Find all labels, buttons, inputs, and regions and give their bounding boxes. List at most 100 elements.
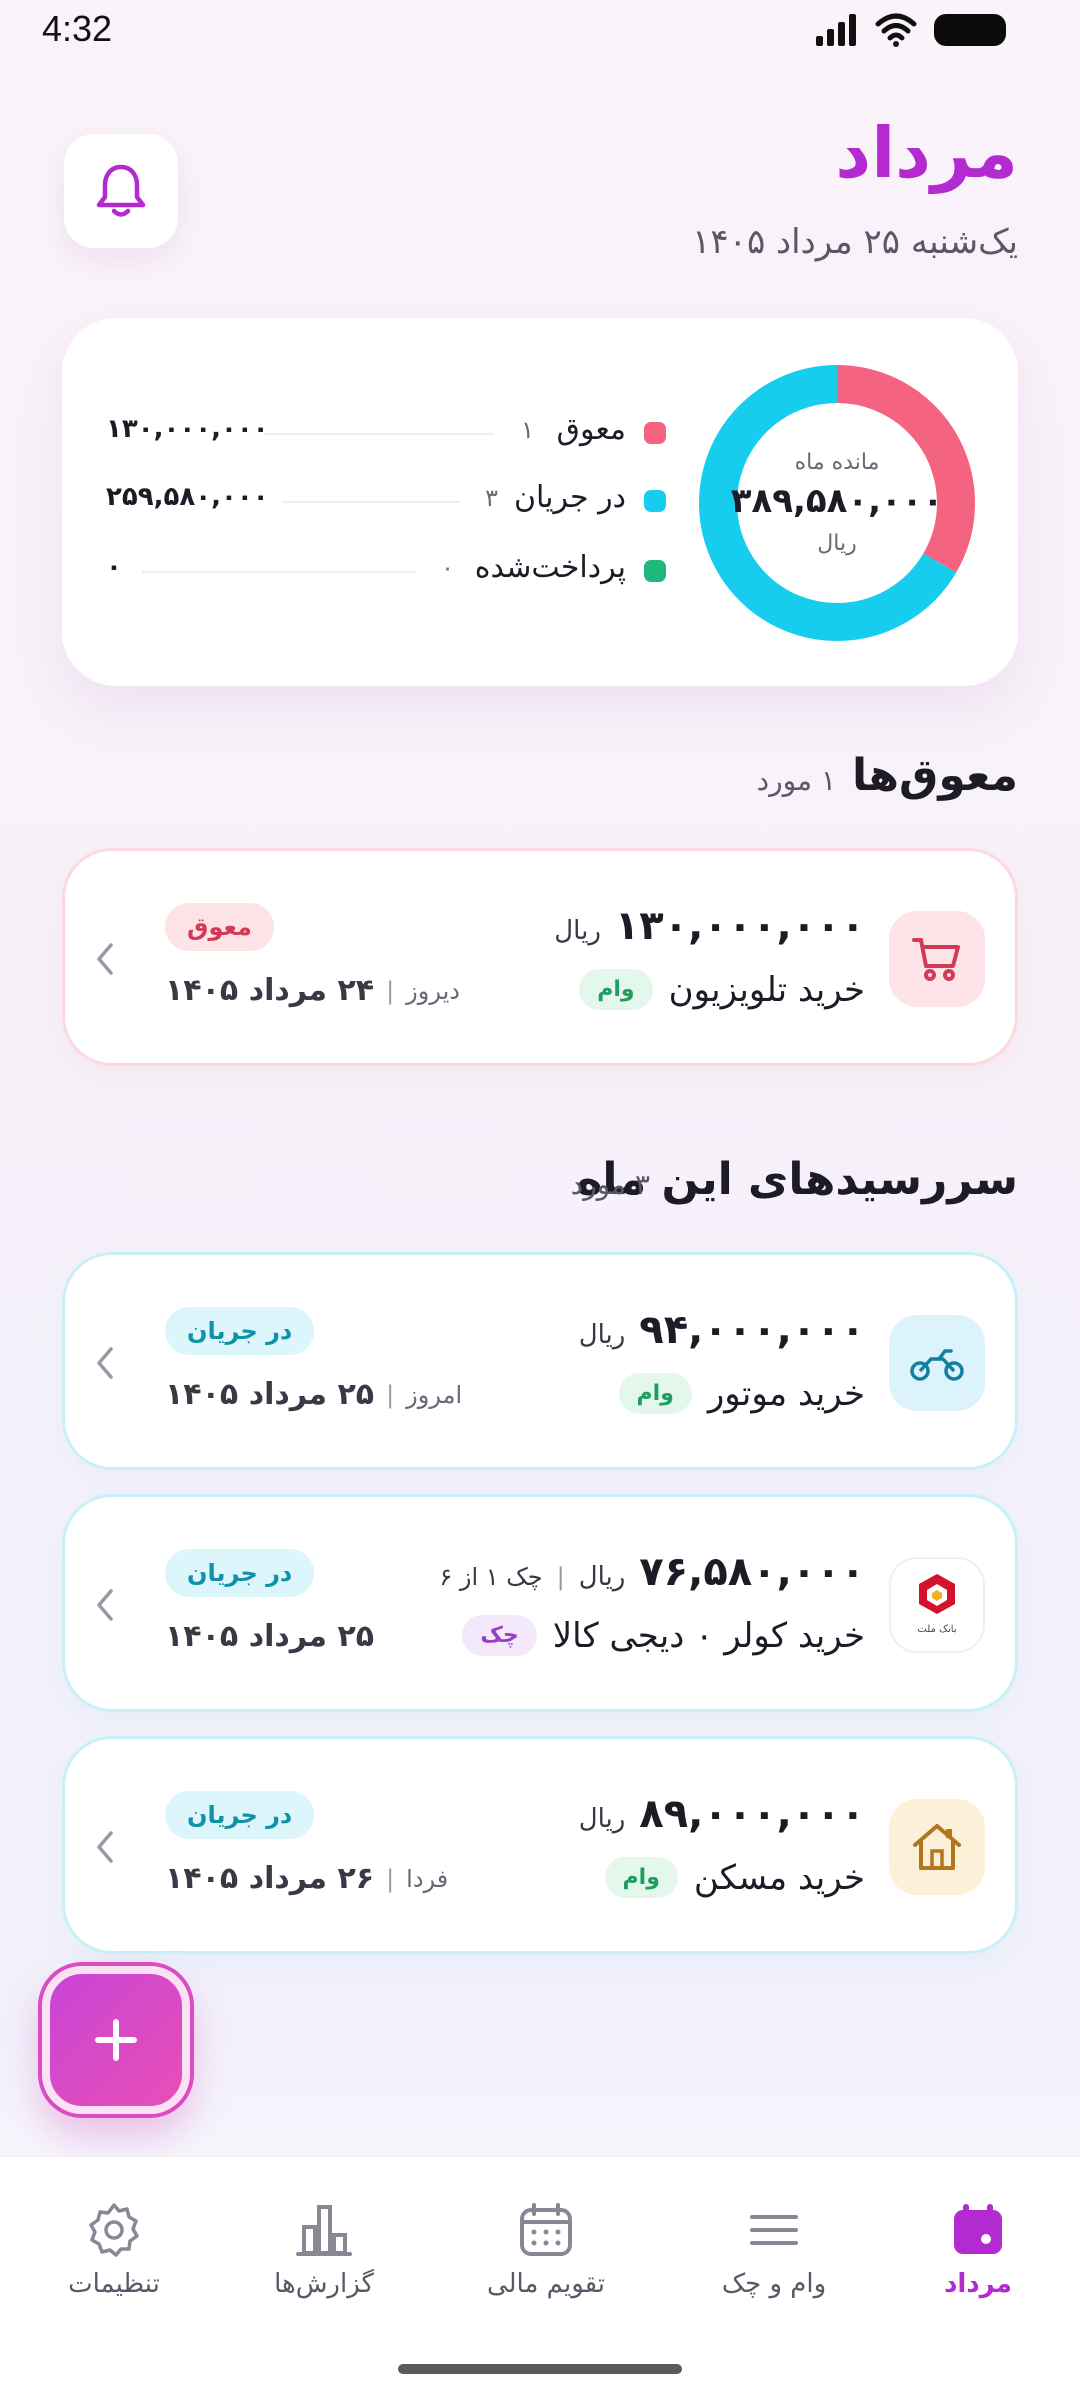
item-separator: | <box>386 1864 395 1893</box>
item-amount-row: ۹۴,۰۰۰,۰۰۰ ریال <box>579 1307 865 1353</box>
item-icon-box <box>889 1315 985 1411</box>
item-amount-row: ۱۳۰,۰۰۰,۰۰۰ ریال <box>554 903 865 949</box>
legend-count: ۰ <box>441 554 454 582</box>
add-button[interactable] <box>42 1966 190 2114</box>
item-icon-box <box>889 911 985 1007</box>
month-item-card[interactable]: ۹۴,۰۰۰,۰۰۰ ریال خرید موتور وام در جریان … <box>62 1252 1018 1470</box>
bank-mellat-logo: بانک ملت <box>889 1557 985 1653</box>
donut-unit: ریال <box>817 531 857 556</box>
item-amount: ۹۴,۰۰۰,۰۰۰ <box>639 1307 865 1353</box>
legend-row-paid: پرداخت‌شده ۰ ۰ <box>106 546 666 596</box>
item-type-tag: وام <box>618 1373 692 1414</box>
gear-icon <box>89 2203 139 2257</box>
bell-icon <box>96 164 146 217</box>
status-badge: در جریان <box>165 1307 315 1355</box>
month-item-card[interactable]: ۸۹,۰۰۰,۰۰۰ ریال خرید مسکن وام در جریان ف… <box>62 1736 1018 1954</box>
item-amount-row: ۸۹,۰۰۰,۰۰۰ ریال <box>579 1791 865 1837</box>
month-item-card[interactable]: بانک ملت ۷۶,۵۸۰,۰۰۰ ریال | چک ۱ از ۶ خری… <box>62 1494 1018 1712</box>
legend-dot <box>644 560 666 582</box>
wifi-icon <box>875 13 917 47</box>
item-date-row: امروز | ۲۵ مرداد ۱۴۰۵ <box>165 1377 462 1412</box>
legend-divider <box>142 571 416 573</box>
item-separator: | <box>386 976 395 1005</box>
legend-dot <box>644 422 666 444</box>
signal-icon <box>816 14 856 46</box>
item-date: ۲۴ مرداد ۱۴۰۵ <box>165 973 375 1008</box>
battery-icon <box>934 14 1006 46</box>
nav-item-month[interactable]: مرداد <box>888 2201 1068 2311</box>
item-date: ۲۶ مرداد ۱۴۰۵ <box>165 1861 375 1896</box>
item-type-tag: وام <box>604 1857 678 1898</box>
nav-item-financial-calendar[interactable]: تقویم مالی <box>456 2201 636 2311</box>
legend-amount: ۲۵۹,۵۸۰,۰۰۰ <box>106 482 269 512</box>
item-separator: | <box>556 1563 565 1591</box>
nav-item-settings[interactable]: تنظیمات <box>24 2201 204 2311</box>
item-amount: ۸۹,۰۰۰,۰۰۰ <box>639 1791 865 1837</box>
item-relative-day: امروز <box>406 1380 463 1409</box>
calendar-icon <box>520 2203 572 2256</box>
legend-dot <box>644 490 666 512</box>
status-badge: معوق <box>165 903 274 951</box>
item-unit: ریال <box>578 1320 626 1350</box>
cart-icon <box>912 938 960 981</box>
item-date-row: ۲۵ مرداد ۱۴۰۵ <box>165 1619 374 1654</box>
chevron-left-icon <box>97 1589 113 1621</box>
donut-value: ۳۸۹,۵۸۰,۰۰۰ <box>730 481 944 521</box>
item-amount-row: ۷۶,۵۸۰,۰۰۰ ریال | چک ۱ از ۶ <box>439 1549 865 1595</box>
item-relative-day: دیروز <box>406 976 460 1005</box>
item-separator: | <box>386 1380 395 1409</box>
nav-label: وام و چک <box>721 2269 827 2299</box>
month-section-count: ۳ مورد <box>570 1168 650 1201</box>
overdue-section-count: ۱ مورد <box>756 764 836 797</box>
overdue-section-title: معوق‌ها <box>851 750 1018 801</box>
status-bar: 4:32 <box>0 0 1080 60</box>
legend-amount: ۰ <box>106 552 122 582</box>
nav-label: تنظیمات <box>68 2269 160 2299</box>
motorcycle-icon <box>910 1349 964 1381</box>
item-date-row: فردا | ۲۶ مرداد ۱۴۰۵ <box>165 1861 448 1896</box>
item-amount: ۱۳۰,۰۰۰,۰۰۰ <box>614 903 865 949</box>
legend-row-overdue: معوق ۱ ۱۳۰,۰۰۰,۰۰۰ <box>106 408 666 458</box>
legend-count: ۱ <box>521 416 534 444</box>
item-amount: ۷۶,۵۸۰,۰۰۰ <box>639 1549 865 1595</box>
menu-lines-icon <box>750 2215 798 2245</box>
house-icon <box>913 1824 961 1870</box>
nav-label: گزارش‌ها <box>274 2269 374 2299</box>
item-name: خرید موتور <box>707 1373 865 1414</box>
page-date: یک‌شنبه ۲۵ مرداد ۱۴۰۵ <box>692 222 1018 262</box>
item-name-row: خرید تلویزیون وام <box>579 969 865 1010</box>
item-name-row: خرید مسکن وام <box>604 1857 865 1898</box>
summary-card: مانده ماه ۳۸۹,۵۸۰,۰۰۰ ریال معوق ۱ ۱۳۰,۰۰… <box>62 318 1018 686</box>
legend-divider <box>264 433 494 435</box>
bank-logo-icon: بانک ملت <box>917 1574 957 1635</box>
plus-icon <box>95 2019 137 2061</box>
item-name: خرید تلویزیون <box>668 969 865 1010</box>
item-icon-box <box>889 1799 985 1895</box>
bar-chart-icon <box>296 2205 352 2256</box>
legend-divider <box>282 501 460 503</box>
legend-label: در جریان <box>513 480 626 515</box>
item-date: ۲۵ مرداد ۱۴۰۵ <box>165 1619 375 1654</box>
overdue-item-card[interactable]: ۱۳۰,۰۰۰,۰۰۰ ریال خرید تلویزیون وام معوق … <box>62 848 1018 1066</box>
item-type-tag: چک <box>462 1615 537 1656</box>
nav-item-reports[interactable]: گزارش‌ها <box>234 2201 414 2311</box>
nav-item-loans[interactable]: وام و چک <box>684 2201 864 2311</box>
item-unit: ریال <box>578 1562 626 1592</box>
legend-label: پرداخت‌شده <box>474 550 626 585</box>
legend-amount: ۱۳۰,۰۰۰,۰۰۰ <box>106 414 269 444</box>
legend-count: ۳ <box>485 484 498 512</box>
page-title: مرداد <box>835 112 1018 194</box>
chevron-left-icon <box>97 943 113 975</box>
chevron-left-icon <box>97 1831 113 1863</box>
chevron-left-icon <box>97 1347 113 1379</box>
item-name-row: خرید کولر ۰ دیجی کالا چک <box>462 1615 865 1656</box>
legend-label: معوق <box>556 412 626 447</box>
status-badge: در جریان <box>165 1791 315 1839</box>
donut-center: مانده ماه ۳۸۹,۵۸۰,۰۰۰ ریال <box>694 360 980 646</box>
item-unit: ریال <box>554 916 601 946</box>
nav-label: مرداد <box>944 2269 1012 2299</box>
item-type-tag: وام <box>579 969 653 1010</box>
notification-button[interactable] <box>64 134 178 248</box>
item-name: خرید کولر ۰ دیجی کالا <box>552 1615 865 1656</box>
home-indicator <box>398 2364 682 2374</box>
